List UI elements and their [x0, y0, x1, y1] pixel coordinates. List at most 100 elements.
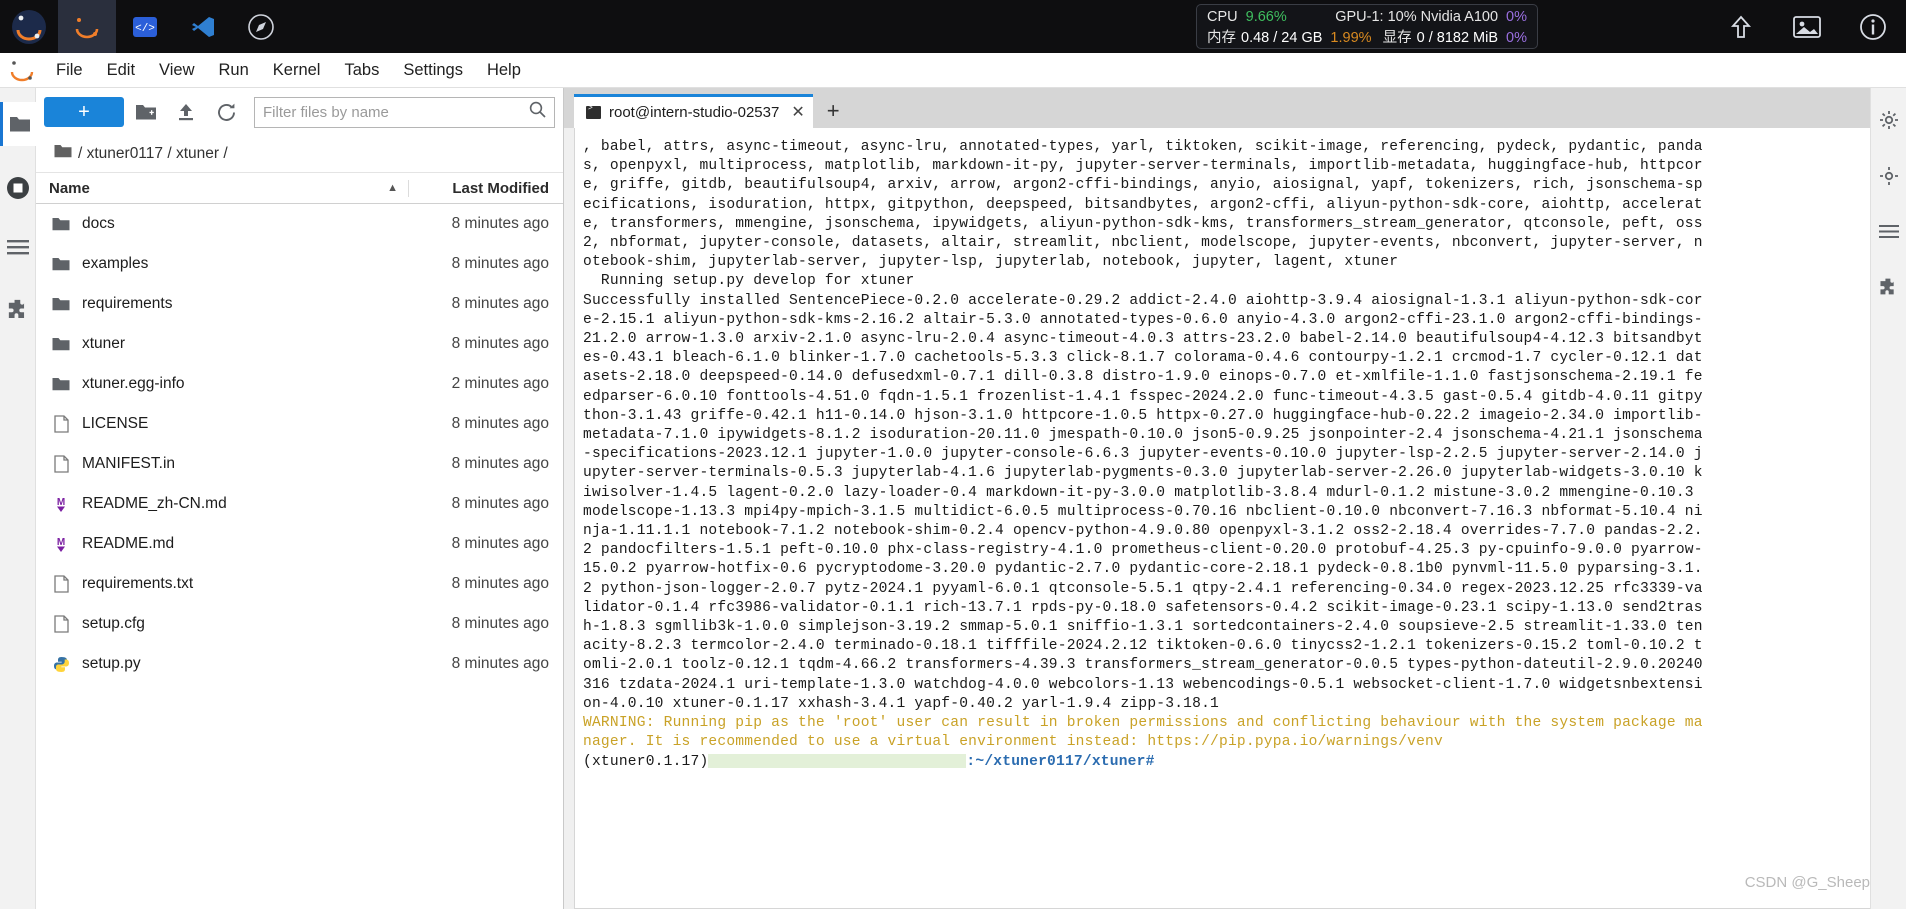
file-modified: 8 minutes ago	[451, 655, 549, 672]
file-list-item[interactable]: M README_zh-CN.md 8 minutes ago	[36, 484, 563, 524]
file-list-item[interactable]: MANIFEST.in 8 minutes ago	[36, 444, 563, 484]
column-header-name[interactable]: Name ▲	[36, 180, 408, 197]
file-list-item[interactable]: M README.md 8 minutes ago	[36, 524, 563, 564]
new-folder-icon[interactable]	[128, 96, 164, 128]
svg-text:M: M	[57, 537, 65, 548]
sidebar-item-commands[interactable]	[0, 226, 36, 270]
cpu-value: 9.66%	[1245, 9, 1287, 25]
file-modified: 8 minutes ago	[451, 575, 549, 592]
terminal-warning-line-1: WARNING: Running pip as the 'root' user …	[583, 715, 1703, 732]
file-list-item[interactable]: setup.cfg 8 minutes ago	[36, 604, 563, 644]
folder-icon	[44, 217, 78, 232]
folder-icon	[44, 257, 78, 272]
breadcrumb[interactable]: / xtuner0117 / xtuner /	[36, 136, 563, 172]
memory-pct: 1.99%	[1330, 30, 1372, 46]
menu-file[interactable]: File	[44, 57, 95, 83]
tab-bar: root@intern-studio-02537 ✕ +	[564, 88, 1906, 128]
file-name: README_zh-CN.md	[82, 495, 227, 512]
file-name: MANIFEST.in	[82, 455, 176, 472]
sidebar-item-running[interactable]	[0, 166, 36, 210]
file-name: xtuner	[82, 335, 126, 352]
upload-arrow-icon[interactable]	[1708, 0, 1774, 53]
folder-icon	[44, 377, 78, 392]
file-name: setup.cfg	[82, 615, 145, 632]
file-modified: 8 minutes ago	[451, 295, 549, 312]
python-icon	[44, 656, 78, 673]
refresh-icon[interactable]	[208, 96, 244, 128]
file-modified: 8 minutes ago	[451, 335, 549, 352]
file-list-item[interactable]: requirements.txt 8 minutes ago	[36, 564, 563, 604]
file-icon	[44, 415, 78, 433]
terminal-warning-line-2: nager. It is recommended to use a virtua…	[583, 734, 1443, 751]
left-sidebar-rail	[0, 88, 36, 909]
file-list-item[interactable]: xtuner 8 minutes ago	[36, 324, 563, 364]
file-list-item[interactable]: docs 8 minutes ago	[36, 204, 563, 244]
menu-bar: File Edit View Run Kernel Tabs Settings …	[0, 53, 1906, 88]
menu-help[interactable]: Help	[475, 57, 533, 83]
cpu-label: CPU	[1207, 9, 1238, 25]
menu-kernel[interactable]: Kernel	[261, 57, 333, 83]
add-tab-button[interactable]: +	[813, 94, 854, 128]
sidebar-item-toc[interactable]	[1871, 210, 1906, 254]
menu-tabs[interactable]: Tabs	[332, 57, 391, 83]
launcher-icon[interactable]	[58, 0, 116, 53]
sidebar-item-extensions[interactable]	[0, 288, 36, 332]
file-icon	[44, 615, 78, 633]
sort-ascending-icon: ▲	[387, 182, 398, 194]
terminal-icon	[586, 104, 601, 119]
code-icon[interactable]: </>	[116, 0, 174, 53]
breadcrumb-path: / xtuner0117 / xtuner /	[78, 145, 228, 162]
file-name: README.md	[82, 535, 175, 552]
column-header-modified[interactable]: Last Modified	[408, 179, 563, 197]
sidebar-item-file-browser[interactable]	[0, 102, 36, 146]
jupyter-logo-icon[interactable]	[0, 0, 58, 53]
new-launcher-button[interactable]: +	[44, 97, 124, 127]
sidebar-item-extension-manager[interactable]	[1871, 266, 1906, 310]
file-list-item[interactable]: LICENSE 8 minutes ago	[36, 404, 563, 444]
watermark: CSDN @G_Sheep	[1744, 874, 1870, 891]
menu-settings[interactable]: Settings	[391, 57, 475, 83]
menu-view[interactable]: View	[147, 57, 206, 83]
file-list-item[interactable]: xtuner.egg-info 2 minutes ago	[36, 364, 563, 404]
vram-label: 显存	[1382, 30, 1412, 46]
file-name: xtuner.egg-info	[82, 375, 185, 392]
file-list-item[interactable]: setup.py 8 minutes ago	[36, 644, 563, 684]
sidebar-item-settings[interactable]	[1871, 154, 1906, 198]
search-input[interactable]	[263, 103, 529, 121]
vram-value: 0 / 8182 MiB	[1416, 30, 1499, 46]
vscode-icon[interactable]	[174, 0, 232, 53]
file-list-item[interactable]: requirements 8 minutes ago	[36, 284, 563, 324]
file-name: examples	[82, 255, 149, 272]
terminal-prompt-path: :~/xtuner0117/xtuner#	[966, 753, 1155, 770]
file-modified: 8 minutes ago	[451, 495, 549, 512]
info-icon[interactable]	[1840, 0, 1906, 53]
menu-edit[interactable]: Edit	[95, 57, 147, 83]
file-modified: 8 minutes ago	[451, 415, 549, 432]
memory-label: 内存	[1207, 30, 1236, 46]
upload-icon[interactable]	[168, 96, 204, 128]
file-name: LICENSE	[82, 415, 149, 432]
menu-run[interactable]: Run	[207, 57, 261, 83]
gpu-label: GPU-1: 10% Nvidia A100	[1335, 9, 1499, 25]
jupyterlab-window: </> CPU 9.66% GPU-1: 10% Nvidia A100 0% …	[0, 0, 1906, 909]
search-icon	[529, 101, 546, 123]
file-list-item[interactable]: examples 8 minutes ago	[36, 244, 563, 284]
svg-text:</>: </>	[135, 23, 155, 35]
terminal-panel[interactable]: , babel, attrs, async-timeout, async-lru…	[574, 128, 1906, 909]
top-bar: </> CPU 9.66% GPU-1: 10% Nvidia A100 0% …	[0, 0, 1906, 53]
file-modified: 2 minutes ago	[451, 375, 549, 392]
image-icon[interactable]	[1774, 0, 1840, 53]
right-sidebar-rail	[1870, 88, 1906, 909]
file-modified: 8 minutes ago	[451, 615, 549, 632]
gpu-pct: 0%	[1506, 9, 1527, 25]
file-browser-toolbar: +	[36, 88, 563, 136]
file-name: requirements	[82, 295, 173, 312]
sidebar-item-property-inspector[interactable]	[1871, 98, 1906, 142]
filter-files-box[interactable]	[254, 96, 555, 128]
folder-icon	[44, 297, 78, 312]
close-icon[interactable]: ✕	[791, 104, 804, 121]
file-icon	[44, 455, 78, 473]
tab-terminal[interactable]: root@intern-studio-02537 ✕	[574, 94, 813, 128]
file-modified: 8 minutes ago	[451, 255, 549, 272]
compass-icon[interactable]	[232, 0, 290, 53]
